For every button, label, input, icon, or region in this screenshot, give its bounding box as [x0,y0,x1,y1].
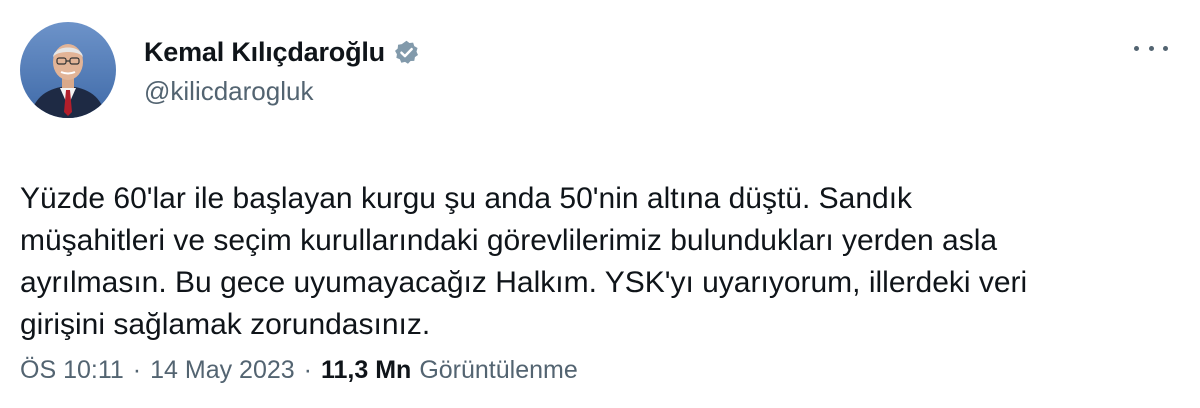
avatar-image [20,22,116,118]
tweet-header: Kemal Kılıçdaroğlu @kilicdarogluk [20,22,1180,132]
meta-separator: · [303,356,312,384]
name-row: Kemal Kılıçdaroğlu [144,34,420,70]
tweet-time[interactable]: ÖS 10:11 [20,356,124,385]
tweet-meta: ÖS 10:11 · 14 May 2023 · 11,3 Mn Görüntü… [20,356,578,385]
author-handle[interactable]: @kilicdarogluk [144,76,420,107]
more-dot [1148,45,1154,51]
verified-badge-icon [393,39,420,66]
tweet-text: Yüzde 60'lar ile başlayan kurgu şu anda … [20,182,1028,341]
more-horizontal-icon[interactable] [1134,38,1168,58]
author-display-name[interactable]: Kemal Kılıçdaroğlu [144,37,385,68]
avatar[interactable] [20,22,116,118]
author-names: Kemal Kılıçdaroğlu @kilicdarogluk [144,34,420,107]
views-label: Görüntülenme [419,356,578,384]
more-dot [1163,45,1168,51]
tweet-date[interactable]: 14 May 2023 [150,356,295,385]
meta-separator: · [132,356,142,384]
tweet-card: Kemal Kılıçdaroğlu @kilicdarogluk Yüzde … [0,0,1200,408]
more-dot [1134,45,1139,51]
views-count[interactable]: 11,3 Mn [321,356,411,385]
